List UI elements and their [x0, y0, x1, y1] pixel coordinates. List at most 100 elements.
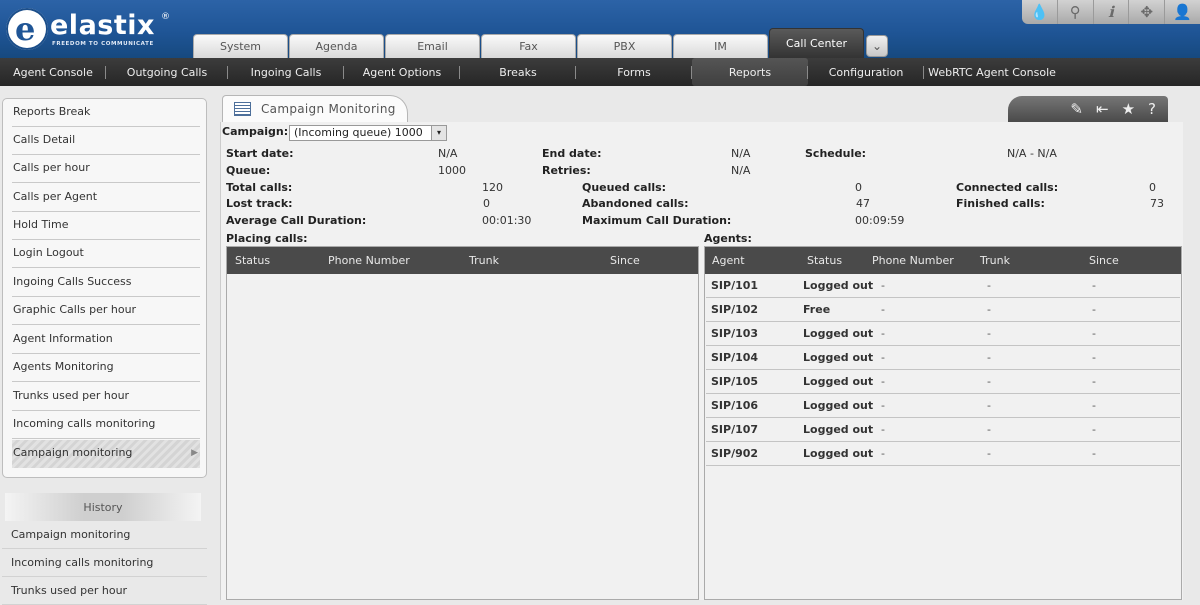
history-item-incoming-calls-monitoring[interactable]: Incoming calls monitoring [2, 549, 207, 577]
tab-agenda[interactable]: Agenda [289, 34, 384, 58]
table-row: SIP/101 Logged out - - - [706, 274, 1180, 298]
finished-calls-value: 73 [1150, 197, 1164, 210]
menu-item-calls-detail[interactable]: Calls Detail [12, 127, 200, 155]
column-phone-number[interactable]: Phone Number [328, 254, 410, 267]
menu-item-calls-per-hour[interactable]: Calls per hour [12, 155, 200, 183]
queue-value: 1000 [438, 164, 466, 177]
table-row: SIP/103 Logged out - - - [706, 322, 1180, 346]
agent-status: Logged out [803, 279, 874, 292]
history-header: History [5, 493, 201, 521]
agent-status: Logged out [803, 399, 874, 412]
subnav-reports[interactable]: Reports [692, 58, 808, 86]
agent-since: - [1092, 351, 1096, 364]
column-trunk[interactable]: Trunk [469, 254, 499, 267]
agent-trunk: - [987, 375, 991, 388]
menu-item-label: Campaign monitoring [13, 446, 133, 459]
logo-text: elastix [50, 10, 155, 41]
abandoned-calls-value: 47 [856, 197, 870, 210]
agent-phone: - [881, 423, 885, 436]
agent-since: - [1092, 279, 1096, 292]
subnav-webrtc-agent-console[interactable]: WebRTC Agent Console [924, 58, 1060, 86]
agent-id: SIP/101 [711, 279, 759, 292]
placing-calls-header: Status Phone Number Trunk Since [227, 247, 698, 274]
tab-email[interactable]: Email [385, 34, 480, 58]
agent-trunk: - [987, 399, 991, 412]
column-since[interactable]: Since [1089, 254, 1119, 267]
total-calls-value: 120 [482, 181, 503, 194]
logo-registered: ® [161, 12, 170, 22]
history-item-campaign-monitoring[interactable]: Campaign monitoring [2, 521, 207, 549]
help-icon[interactable]: ? [1148, 100, 1156, 118]
subnav-breaks[interactable]: Breaks [460, 58, 576, 86]
history-item-trunks-used-per-hour[interactable]: Trunks used per hour [2, 577, 207, 605]
menu-item-graphic-calls-per-hour[interactable]: Graphic Calls per hour [12, 297, 200, 325]
subnav-agent-console[interactable]: Agent Console [0, 58, 106, 86]
max-call-duration-value: 00:09:59 [855, 214, 905, 227]
tab-system[interactable]: System [193, 34, 288, 58]
star-icon[interactable]: ★ [1122, 100, 1135, 118]
campaign-select[interactable]: (Incoming queue) 1000 ▾ [289, 125, 447, 141]
menu-item-calls-per-agent[interactable]: Calls per Agent [12, 184, 200, 212]
queued-calls-value: 0 [855, 181, 862, 194]
column-trunk[interactable]: Trunk [980, 254, 1010, 267]
puzzle-icon[interactable]: ✥ [1128, 0, 1164, 24]
menu-item-campaign-monitoring[interactable]: Campaign monitoring ▶ [12, 440, 200, 468]
column-agent[interactable]: Agent [712, 254, 745, 267]
info-icon[interactable]: ℹ [1092, 0, 1129, 24]
elastix-logo[interactable]: e elastix ® FREEDOM TO COMMUNICATE [6, 8, 186, 54]
menu-item-trunks-used-per-hour[interactable]: Trunks used per hour [12, 383, 200, 411]
tab-fax[interactable]: Fax [481, 34, 576, 58]
collapse-icon[interactable]: ⇤ [1096, 100, 1109, 118]
user-icon[interactable]: 👤 [1164, 0, 1200, 24]
agent-phone: - [881, 303, 885, 316]
edit-icon[interactable]: ✎ [1070, 100, 1083, 118]
agent-since: - [1092, 303, 1096, 316]
column-since[interactable]: Since [610, 254, 640, 267]
logo-tagline: FREEDOM TO COMMUNICATE [52, 41, 154, 47]
table-row: SIP/105 Logged out - - - [706, 370, 1180, 394]
drop-icon[interactable]: 💧 [1022, 0, 1057, 24]
end-date-value: N/A [731, 147, 751, 160]
menu-item-ingoing-calls-success[interactable]: Ingoing Calls Success [12, 269, 200, 297]
table-row: SIP/102 Free - - - [706, 298, 1180, 322]
sub-navigation: Agent Console Outgoing Calls Ingoing Cal… [0, 58, 1200, 86]
search-icon[interactable]: ⚲ [1056, 0, 1093, 24]
agent-id: SIP/107 [711, 423, 759, 436]
agent-trunk: - [987, 423, 991, 436]
agent-id: SIP/102 [711, 303, 759, 316]
column-phone-number[interactable]: Phone Number [872, 254, 954, 267]
agent-status: Logged out [803, 327, 874, 340]
menu-item-agent-information[interactable]: Agent Information [12, 326, 200, 354]
column-status[interactable]: Status [807, 254, 842, 267]
placing-calls-title: Placing calls: [226, 232, 308, 245]
agent-trunk: - [987, 303, 991, 316]
avg-call-duration-label: Average Call Duration: [226, 214, 367, 227]
agent-since: - [1092, 327, 1096, 340]
table-row: SIP/902 Logged out - - - [706, 442, 1180, 466]
tab-im[interactable]: IM [673, 34, 768, 58]
chevron-down-icon: ▾ [431, 126, 446, 140]
menu-item-reports-break[interactable]: Reports Break [12, 99, 200, 127]
menu-item-incoming-calls-monitoring[interactable]: Incoming calls monitoring [12, 411, 200, 439]
top-toolbar: 💧 ⚲ ℹ ✥ 👤 [1022, 0, 1200, 24]
agent-trunk: - [987, 279, 991, 292]
subnav-ingoing-calls[interactable]: Ingoing Calls [228, 58, 344, 86]
placing-calls-table: Status Phone Number Trunk Since [226, 246, 699, 600]
subnav-agent-options[interactable]: Agent Options [344, 58, 460, 86]
retries-label: Retries: [542, 164, 591, 177]
menu-item-agents-monitoring[interactable]: Agents Monitoring [12, 354, 200, 382]
subnav-configuration[interactable]: Configuration [808, 58, 924, 86]
menu-item-hold-time[interactable]: Hold Time [12, 212, 200, 240]
tab-call-center[interactable]: Call Center [769, 28, 864, 58]
agent-since: - [1092, 447, 1096, 460]
tab-pbx[interactable]: PBX [577, 34, 672, 58]
subnav-outgoing-calls[interactable]: Outgoing Calls [106, 58, 228, 86]
chevron-down-icon[interactable]: ⌄ [866, 35, 888, 57]
logo-mark: e [6, 8, 48, 50]
list-icon [234, 102, 251, 116]
menu-item-login-logout[interactable]: Login Logout [12, 240, 200, 268]
page-title: Campaign Monitoring [261, 102, 396, 116]
column-status[interactable]: Status [235, 254, 270, 267]
module-title-tab: Campaign Monitoring [222, 95, 408, 123]
subnav-forms[interactable]: Forms [576, 58, 692, 86]
